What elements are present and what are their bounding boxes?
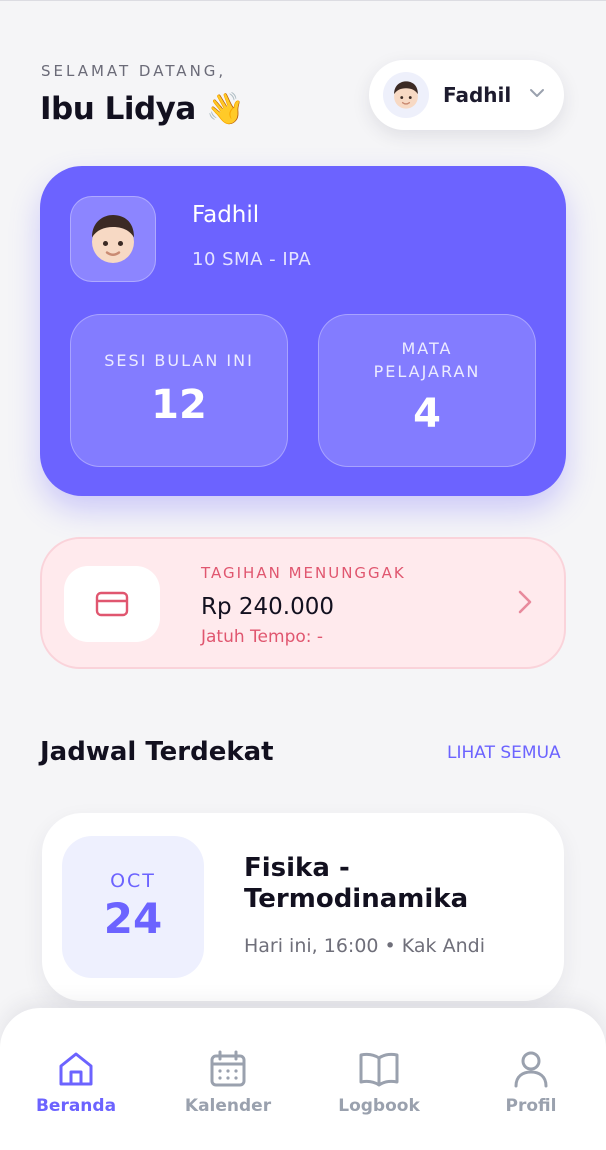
schedule-subject: Fisika - Termodinamika [244,853,469,914]
student-name: Fadhil [192,202,260,228]
book-icon [319,1048,439,1090]
bill-amount: Rp 240.000 [201,594,335,620]
schedule-date-badge: OCT 24 [62,836,204,978]
schedule-card[interactable]: OCT 24 Fisika - Termodinamika Hari ini, … [42,813,564,1001]
nav-item-beranda[interactable]: Beranda [16,1048,136,1116]
schedule-meta: Hari ini, 16:00 • Kak Andi [244,935,485,957]
chevron-right-icon [516,589,534,619]
bottom-navigation: Beranda Kalender Logbook Profil [0,1008,606,1150]
bill-due-date: Jatuh Tempo: - [201,627,324,647]
stat-subjects: MATA PELAJARAN 4 [318,314,536,467]
stat-label: MATA PELAJARAN [373,339,481,381]
home-icon [16,1048,136,1090]
nav-item-logbook[interactable]: Logbook [319,1048,439,1116]
stat-sessions-this-month: SESI BULAN INI 12 [70,314,288,467]
credit-card-icon [64,566,160,642]
outstanding-bill-card[interactable]: TAGIHAN MENUNGGAK Rp 240.000 Jatuh Tempo… [40,537,566,669]
chevron-down-icon [528,84,546,106]
see-all-link[interactable]: LIHAT SEMUA [447,743,561,763]
bill-label: TAGIHAN MENUNGGAK [201,564,406,582]
nav-item-kalender[interactable]: Kalender [168,1048,288,1116]
stat-value: 4 [413,391,441,437]
nav-label: Kalender [184,1096,272,1116]
child-selector-name: Fadhil [443,83,512,107]
calendar-icon [168,1048,288,1090]
child-selector-button[interactable]: Fadhil [369,60,564,130]
nav-label: Beranda [35,1096,117,1116]
stat-label: SESI BULAN INI [104,351,254,370]
nav-item-profil[interactable]: Profil [471,1048,591,1116]
schedule-day: 24 [103,894,163,943]
boy-avatar-icon [383,72,429,118]
boy-avatar-icon [70,196,156,282]
schedule-month: OCT [110,870,156,892]
nav-label: Profil [505,1096,557,1116]
parent-name-heading: Ibu Lidya 👋 [40,91,245,127]
schedule-section-title: Jadwal Terdekat [40,737,274,767]
nav-label: Logbook [338,1096,420,1116]
student-class: 10 SMA - IPA [192,249,312,270]
stat-value: 12 [151,382,207,428]
top-divider [0,0,606,1]
greeting-label: SELAMAT DATANG, [41,62,227,80]
user-icon [471,1048,591,1090]
student-summary-card: Fadhil 10 SMA - IPA SESI BULAN INI 12 MA… [40,166,566,496]
